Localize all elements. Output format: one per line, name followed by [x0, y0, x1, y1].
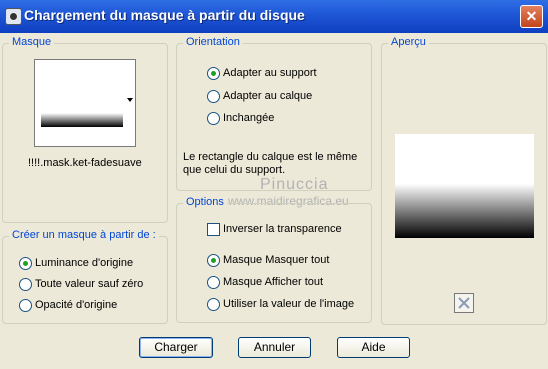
radio-afficher-tout[interactable]: Masque Afficher tout [207, 275, 323, 289]
orientation-description-line1: Le rectangle du calque est le même [183, 151, 358, 163]
charger-button[interactable]: Charger [139, 337, 213, 358]
mask-thumbnail [41, 113, 123, 127]
preview-image [395, 134, 534, 238]
window-title: Chargement du masque à partir du disque [24, 7, 305, 23]
app-icon [5, 8, 22, 25]
title-bar[interactable]: Chargement du masque à partir du disque … [0, 0, 548, 33]
radio-button[interactable] [207, 253, 220, 267]
radio-button[interactable] [207, 297, 220, 311]
aide-button[interactable]: Aide [337, 337, 410, 358]
orientation-legend: Orientation [183, 36, 243, 48]
radio-label: Masque Masquer tout [223, 254, 330, 266]
creer-legend: Créer un masque à partir de : [9, 229, 159, 241]
radio-label: Masque Afficher tout [223, 276, 324, 288]
radio-button[interactable] [207, 89, 220, 103]
radio-label: Adapter au support [223, 67, 317, 79]
checkbox-inverser-transparence[interactable]: Inverser la transparence [207, 222, 342, 236]
annuler-button[interactable]: Annuler [238, 337, 311, 358]
radio-masquer-tout[interactable]: Masque Masquer tout [207, 253, 329, 267]
close-button[interactable]: ✕ [520, 5, 543, 28]
radio-label: Opacité d'origine [35, 299, 118, 311]
radio-toute-valeur[interactable]: Toute valeur sauf zéro [19, 277, 143, 291]
radio-button[interactable] [207, 111, 220, 125]
radio-luminance[interactable]: Luminance d'origine [19, 256, 133, 270]
radio-label: Inchangée [223, 112, 275, 124]
radio-opacite[interactable]: Opacité d'origine [19, 298, 117, 312]
radio-button[interactable] [19, 298, 32, 312]
radio-adapter-calque[interactable]: Adapter au calque [207, 89, 312, 103]
dropdown-arrow-icon [127, 98, 133, 102]
radio-button[interactable] [207, 275, 220, 289]
orientation-description-line2: que celui du support. [183, 164, 286, 176]
mask-picker[interactable] [34, 59, 136, 147]
checkbox-label: Inverser la transparence [223, 223, 342, 235]
preview-toggle-icon [458, 297, 470, 309]
radio-adapter-support[interactable]: Adapter au support [207, 66, 317, 80]
radio-label: Adapter au calque [223, 90, 313, 102]
radio-label: Toute valeur sauf zéro [35, 278, 144, 290]
radio-label: Utiliser la valeur de l'image [223, 298, 355, 310]
checkbox[interactable] [207, 222, 220, 236]
options-legend: Options [183, 196, 227, 208]
radio-button[interactable] [19, 256, 32, 270]
radio-inchangee[interactable]: Inchangée [207, 111, 274, 125]
preview-toggle-button[interactable] [454, 293, 474, 313]
radio-button[interactable] [207, 66, 220, 80]
masque-legend: Masque [9, 36, 55, 48]
radio-label: Luminance d'origine [35, 257, 134, 269]
mask-filename: !!!!.mask.ket-fadesuave [28, 157, 142, 169]
radio-button[interactable] [19, 277, 32, 291]
radio-valeur-image[interactable]: Utiliser la valeur de l'image [207, 297, 354, 311]
apercu-legend: Aperçu [388, 36, 429, 48]
